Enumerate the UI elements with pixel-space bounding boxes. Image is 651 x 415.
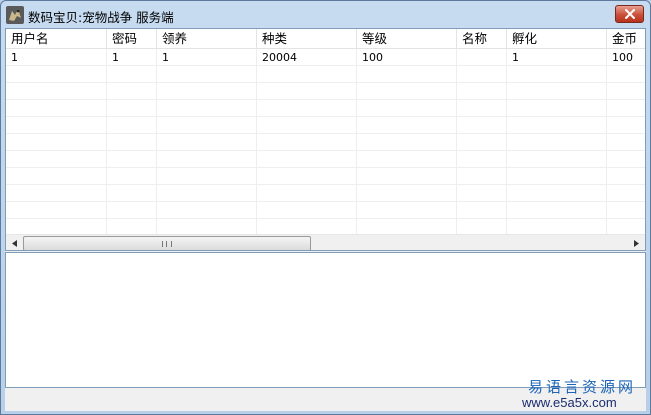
log-textarea[interactable] [5, 252, 646, 388]
watermark-chinese: 易语言资源网 [528, 378, 637, 396]
empty-row [6, 100, 645, 117]
empty-row [6, 202, 645, 219]
cell-adopt: 1 [157, 49, 257, 66]
empty-row [6, 134, 645, 151]
empty-row [6, 66, 645, 83]
cell-gold: 100 [607, 49, 645, 66]
main-window: 数码宝贝:宠物战争 服务端 用户名 密码 领养 种类 等级 名称 孵化 金币 1 [0, 0, 651, 415]
cell-species: 20004 [257, 49, 357, 66]
column-header-password[interactable]: 密码 [107, 29, 157, 49]
cell-username: 1 [6, 49, 107, 66]
title-bar[interactable]: 数码宝贝:宠物战争 服务端 [1, 1, 650, 28]
dragon-app-icon [6, 6, 24, 24]
empty-row [6, 83, 645, 100]
column-header-gold[interactable]: 金币 [607, 29, 645, 49]
scroll-left-button[interactable] [6, 235, 23, 250]
scroll-left-icon [12, 240, 17, 247]
client-area: 用户名 密码 领养 种类 等级 名称 孵化 金币 1 1 1 20004 100… [5, 28, 646, 411]
table-header: 用户名 密码 领养 种类 等级 名称 孵化 金币 [6, 29, 645, 49]
column-header-username[interactable]: 用户名 [6, 29, 107, 49]
empty-row [6, 151, 645, 168]
scrollbar-thumb[interactable] [23, 236, 311, 250]
cell-level: 100 [357, 49, 457, 66]
column-header-hatch[interactable]: 孵化 [507, 29, 607, 49]
horizontal-scrollbar[interactable] [6, 234, 645, 250]
cell-hatch: 1 [507, 49, 607, 66]
scroll-right-icon [634, 240, 639, 247]
column-header-species[interactable]: 种类 [257, 29, 357, 49]
table-row[interactable]: 1 1 1 20004 100 1 100 [6, 49, 645, 66]
close-icon [625, 9, 635, 19]
column-header-level[interactable]: 等级 [357, 29, 457, 49]
empty-row [6, 168, 645, 185]
close-button[interactable] [615, 5, 644, 23]
window-title: 数码宝贝:宠物战争 服务端 [28, 10, 174, 25]
watermark-url: www.e5a5x.com [522, 395, 617, 410]
scroll-right-button[interactable] [628, 235, 645, 250]
column-header-name[interactable]: 名称 [457, 29, 507, 49]
grip-icon [162, 241, 172, 247]
empty-row [6, 185, 645, 202]
user-table[interactable]: 用户名 密码 领养 种类 等级 名称 孵化 金币 1 1 1 20004 100… [5, 28, 646, 251]
cell-password: 1 [107, 49, 157, 66]
table-body: 1 1 1 20004 100 1 100 [6, 49, 645, 236]
cell-name [457, 49, 507, 66]
empty-row [6, 117, 645, 134]
column-header-adopt[interactable]: 领养 [157, 29, 257, 49]
